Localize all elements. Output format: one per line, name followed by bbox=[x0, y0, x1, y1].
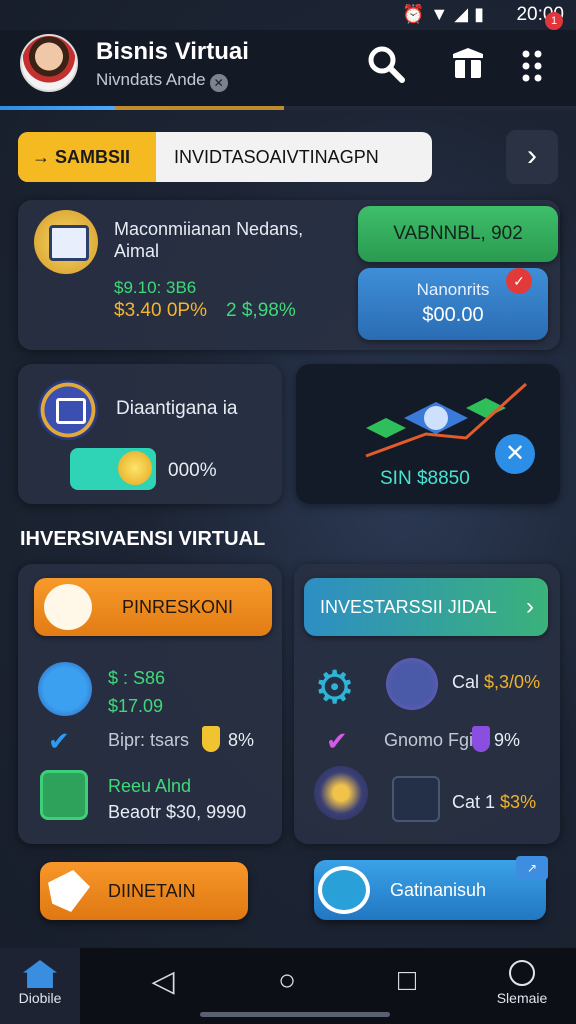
bottom-left-label: DIINETAIN bbox=[108, 881, 196, 901]
chevron-right-icon: › bbox=[526, 593, 534, 620]
home-indicator bbox=[200, 1012, 390, 1017]
right-value3-prefix: Cat 1 bbox=[452, 792, 496, 812]
search-icon[interactable] bbox=[364, 44, 408, 88]
verified-icon: ✕ bbox=[209, 74, 228, 92]
arrow-icon bbox=[48, 870, 90, 912]
section-title: IHVERSIVAENSI VIRTUAL bbox=[20, 528, 266, 550]
right-value1: Cal $,3/0% bbox=[452, 672, 540, 693]
menu-dots-icon[interactable] bbox=[514, 44, 558, 88]
rocket-icon bbox=[314, 766, 368, 820]
shield-icon bbox=[38, 380, 98, 440]
left-mini-label: Diaantigana ia bbox=[116, 398, 238, 419]
left-value5: Beaotr $30, 9990 bbox=[108, 802, 247, 822]
right-panel-button[interactable]: INVESTARSSII JIDAL › bbox=[304, 578, 548, 636]
search-tag[interactable]: → SAMBSII bbox=[18, 132, 156, 182]
shield-yellow-icon bbox=[202, 726, 220, 752]
left-mini-card: Diaantigana ia 000% bbox=[18, 364, 282, 504]
left-value4: Reeu Alnd bbox=[108, 776, 192, 796]
alert-icon: ✓ bbox=[506, 268, 532, 294]
right-percent: 9% bbox=[494, 730, 521, 750]
bottom-right-button[interactable]: Gatinanisuh bbox=[314, 860, 546, 920]
left-panel-button[interactable]: PINRESKONI bbox=[34, 578, 272, 636]
notification-badge: 1 bbox=[545, 12, 563, 30]
app-subtitle: Nivndats Ande ✕ bbox=[96, 70, 228, 92]
close-icon[interactable]: ✕ bbox=[495, 434, 535, 474]
left-value2: $17.09 bbox=[108, 696, 164, 716]
home-circle-icon[interactable]: ○ bbox=[262, 964, 312, 998]
right-panel-button-label: INVESTARSSII JIDAL bbox=[320, 597, 497, 617]
bottom-right-label: Gatinanisuh bbox=[390, 880, 487, 900]
right-value1-amount: $,3/0% bbox=[484, 672, 541, 692]
summary-value-green2: 2 $,98% bbox=[226, 300, 296, 321]
status-icons: ⏰▼◢▮ bbox=[402, 4, 490, 24]
green-pill-button[interactable]: VABNNBL, 902 bbox=[358, 206, 558, 262]
gear-icon: ⚙ bbox=[314, 661, 356, 713]
app-header: Bisnis Virtuai Nivndats Ande ✕ bbox=[0, 30, 576, 108]
box-icon[interactable] bbox=[446, 44, 490, 88]
check-purple-icon: ✔ bbox=[326, 726, 348, 756]
back-icon[interactable]: ◁ bbox=[138, 964, 188, 999]
compass-icon bbox=[38, 662, 92, 716]
check-icon: ✔ bbox=[48, 726, 70, 756]
target-icon bbox=[318, 866, 370, 914]
summary-value-green: $9.10: 3B6 bbox=[114, 278, 197, 297]
subtitle-text: Nivndats Ande bbox=[96, 70, 206, 89]
nav-home-label: Diobile bbox=[18, 990, 62, 1006]
search-input[interactable] bbox=[156, 132, 432, 182]
right-value3-amount: $3% bbox=[500, 792, 537, 812]
leaf-icon bbox=[392, 776, 440, 822]
left-panel-button-label: PINRESKONI bbox=[122, 597, 234, 617]
nav-right[interactable]: Slemaie bbox=[490, 960, 554, 1008]
hand-icon bbox=[44, 584, 92, 630]
shield-purple-icon bbox=[472, 726, 490, 752]
coin-toggle[interactable] bbox=[70, 448, 156, 490]
summary-card: Maconmiianan Nedans, Aimal $9.10: 3B6 $3… bbox=[18, 200, 560, 350]
header-progress bbox=[0, 106, 576, 110]
left-percent: 8% bbox=[228, 730, 255, 750]
right-panel: INVESTARSSII JIDAL › ⚙ Cal $,3/0% ✔ Gnom… bbox=[294, 564, 560, 844]
left-mini-percent: 000% bbox=[168, 460, 217, 481]
app-title: Bisnis Virtuai bbox=[96, 38, 249, 65]
right-value2: Gnomo Fgia bbox=[384, 730, 484, 750]
avatar[interactable] bbox=[20, 34, 78, 92]
recents-icon[interactable]: □ bbox=[382, 964, 432, 998]
blue-pill-amount: $00.00 bbox=[422, 304, 484, 326]
status-bar: ⏰▼◢▮ 20:00 bbox=[0, 0, 576, 30]
tablet-icon bbox=[34, 210, 98, 274]
clock-nav-icon bbox=[509, 960, 535, 986]
coin-icon bbox=[118, 451, 152, 485]
summary-description: Maconmiianan Nedans, Aimal bbox=[114, 219, 304, 261]
document-icon bbox=[40, 770, 88, 820]
nav-home[interactable]: Diobile bbox=[0, 948, 80, 1024]
chevron-right-icon[interactable]: › bbox=[506, 130, 558, 184]
left-panel: PINRESKONI $ : S86 $17.09 ✔ Bipr: tsars … bbox=[18, 564, 282, 844]
bottom-left-button[interactable]: DIINETAIN bbox=[40, 862, 248, 920]
home-icon bbox=[23, 960, 57, 988]
nav-right-label: Slemaie bbox=[496, 990, 548, 1006]
summary-value-yellow: $3.40 0P% bbox=[114, 300, 207, 321]
right-mini-value: SIN $8850 bbox=[380, 468, 470, 489]
clock-icon bbox=[386, 658, 438, 710]
right-mini-card: SIN $8850 ✕ bbox=[296, 364, 560, 504]
left-value3: Bipr: tsars bbox=[108, 730, 190, 750]
search-bar: → SAMBSII bbox=[18, 132, 432, 182]
right-value1-prefix: Cal bbox=[452, 672, 480, 692]
right-value3: Cat 1 $3% bbox=[452, 792, 536, 813]
expand-icon[interactable]: ↗ bbox=[516, 856, 548, 880]
left-value1: $ : S86 bbox=[108, 668, 166, 688]
